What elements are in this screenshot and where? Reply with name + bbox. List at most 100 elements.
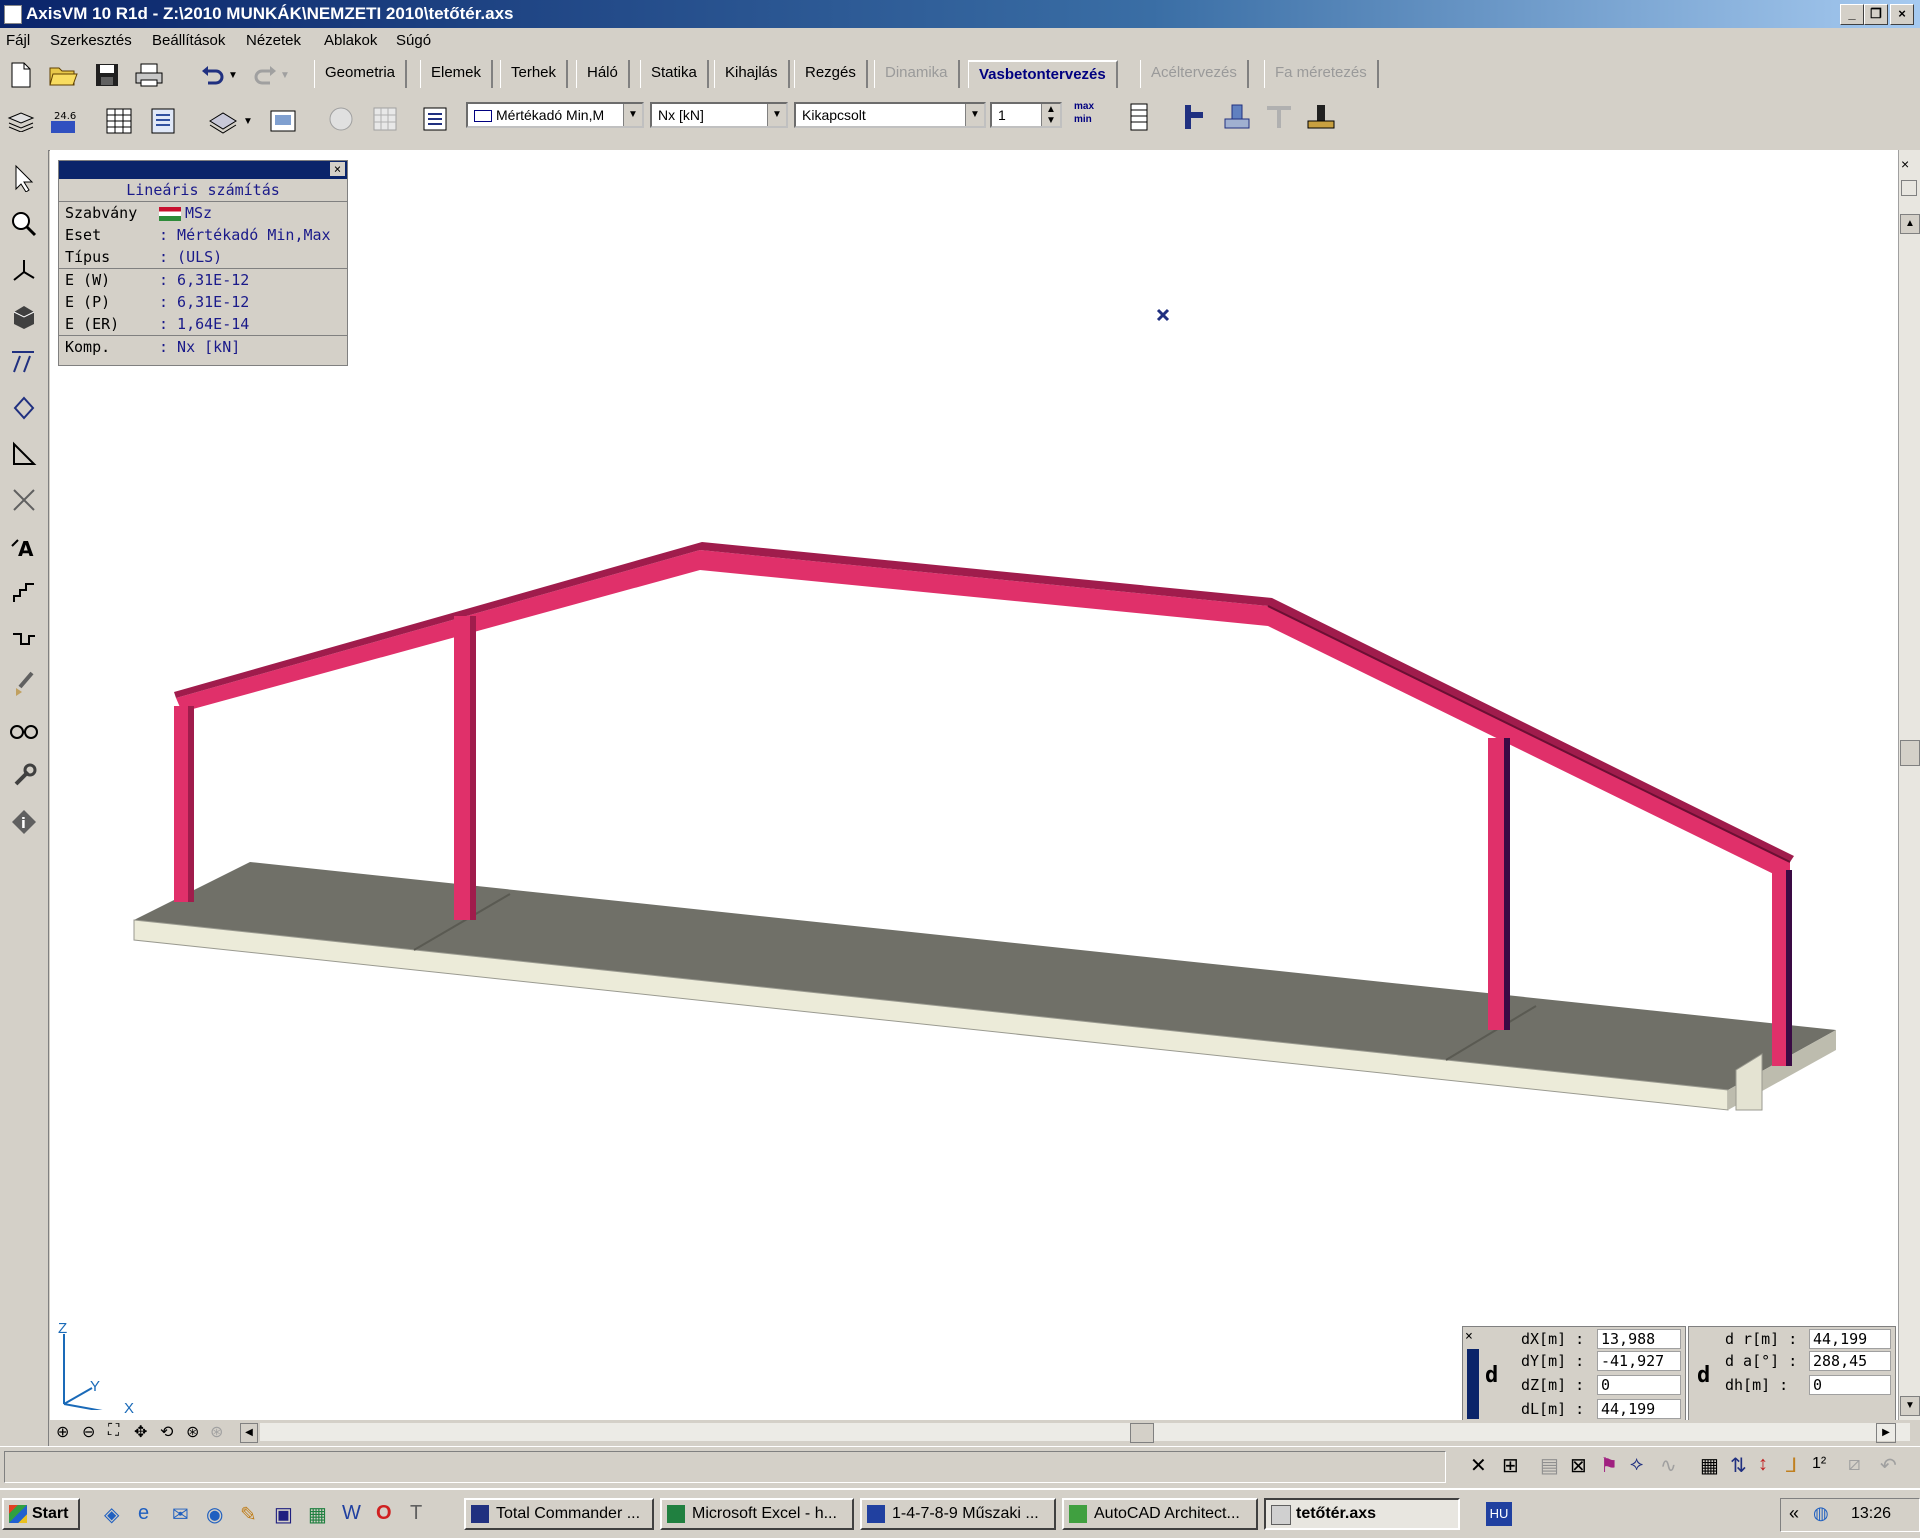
menu-edit[interactable]: Szerkesztés bbox=[50, 32, 132, 49]
open-folder-icon[interactable] bbox=[46, 58, 80, 92]
menu-help[interactable]: Súgó bbox=[396, 32, 431, 49]
section-spinner[interactable]: 1 ▲ ▼ bbox=[990, 102, 1062, 128]
scroll-thumb[interactable] bbox=[1900, 740, 1920, 766]
coordinate-icon[interactable]: ⅃ bbox=[1786, 1453, 1797, 1478]
tab-rezges[interactable]: Rezgés bbox=[794, 60, 868, 88]
tab-terhek[interactable]: Terhek bbox=[500, 60, 569, 88]
zoom-fit-icon[interactable]: ⛶ bbox=[108, 1422, 119, 1440]
glasses-icon[interactable] bbox=[6, 712, 42, 748]
text-label-icon[interactable]: A bbox=[6, 528, 42, 564]
dh-value[interactable]: 0 bbox=[1809, 1375, 1891, 1395]
horizontal-scrollbar[interactable] bbox=[260, 1423, 1910, 1443]
tab-geometria[interactable]: Geometria bbox=[314, 60, 408, 88]
close-icon[interactable]: × bbox=[330, 162, 345, 176]
info-icon[interactable]: i bbox=[6, 804, 42, 840]
polyline-icon[interactable] bbox=[6, 620, 42, 656]
node-icon[interactable]: ⟡ bbox=[1630, 1453, 1643, 1476]
component-select[interactable]: Nx [kN] ▼ bbox=[650, 102, 788, 128]
language-indicator[interactable]: HU bbox=[1486, 1502, 1512, 1526]
drawing-library-dropdown-icon[interactable]: ▼ bbox=[240, 104, 256, 138]
dy-value[interactable]: -41,927 bbox=[1597, 1351, 1681, 1371]
drawing-library-icon[interactable] bbox=[206, 104, 240, 138]
tab-elemek[interactable]: Elemek bbox=[420, 60, 494, 88]
print-icon[interactable] bbox=[132, 58, 166, 92]
dl-value[interactable]: 44,199 bbox=[1597, 1399, 1681, 1419]
zoom-icon[interactable] bbox=[6, 206, 42, 242]
dr-value[interactable]: 44,199 bbox=[1809, 1329, 1891, 1349]
minimize-button[interactable]: _ bbox=[1840, 4, 1864, 25]
tab-vasbetontervezes[interactable]: Vasbetontervezés bbox=[968, 60, 1118, 88]
column-design-icon[interactable] bbox=[1176, 100, 1210, 134]
grid-snap-icon[interactable]: ⊞ bbox=[1502, 1453, 1519, 1478]
coords-panel-cartesian[interactable]: × d dX[m] : 13,988 dY[m] : -41,927 dZ[m]… bbox=[1462, 1326, 1686, 1424]
tab-halo[interactable]: Háló bbox=[576, 60, 630, 88]
folder-icon[interactable]: ✎ bbox=[240, 1502, 257, 1527]
show-desktop-icon[interactable]: ◈ bbox=[104, 1502, 119, 1527]
mail-icon[interactable]: ✉ bbox=[172, 1502, 189, 1527]
task-total-commander[interactable]: Total Commander ... bbox=[464, 1498, 654, 1530]
da-value[interactable]: 288,45 bbox=[1809, 1351, 1891, 1371]
scroll-up-icon[interactable]: ▲ bbox=[1900, 214, 1920, 234]
coords-panel-polar[interactable]: d d r[m] : 44,199 d a[°] : 288,45 dh[m] … bbox=[1688, 1326, 1896, 1424]
chevron-down-icon[interactable]: ▼ bbox=[965, 104, 984, 126]
task-autocad[interactable]: AutoCAD Architect... bbox=[1062, 1498, 1258, 1530]
media-icon[interactable]: ◉ bbox=[206, 1502, 223, 1527]
start-button[interactable]: Start bbox=[2, 1498, 80, 1530]
dz-value[interactable]: 0 bbox=[1597, 1375, 1681, 1395]
close-view-icon[interactable]: × bbox=[1901, 156, 1909, 172]
hscroll-thumb[interactable] bbox=[1130, 1423, 1154, 1443]
save-icon[interactable] bbox=[90, 58, 124, 92]
close-icon[interactable]: × bbox=[1465, 1329, 1473, 1344]
view-axes-icon[interactable] bbox=[6, 252, 42, 288]
coords-panel-handle[interactable] bbox=[1467, 1349, 1479, 1419]
menu-views[interactable]: Nézetek bbox=[246, 32, 301, 49]
undo-dropdown-icon[interactable]: ▼ bbox=[224, 58, 242, 92]
punching-icon[interactable] bbox=[1304, 100, 1338, 134]
case-select[interactable]: Mértékadó Min,M ▼ bbox=[466, 102, 644, 128]
workplanes-icon[interactable] bbox=[6, 344, 42, 380]
close-button[interactable]: × bbox=[1890, 4, 1914, 25]
task-word-document[interactable]: 1-4-7-8-9 Műszaki ... bbox=[860, 1498, 1056, 1530]
info-panel[interactable]: × Lineáris számítás Szabvány MSz Eset: M… bbox=[58, 160, 348, 366]
wrench-icon[interactable] bbox=[6, 758, 42, 794]
report-maker-icon[interactable] bbox=[146, 104, 180, 138]
maximize-view-icon[interactable] bbox=[1901, 180, 1917, 196]
chevron-down-icon[interactable]: ▼ bbox=[767, 104, 786, 126]
tab-statika[interactable]: Statika bbox=[640, 60, 709, 88]
cross-snap-icon[interactable]: ✕ bbox=[1470, 1453, 1487, 1478]
pan-icon[interactable]: ✥ bbox=[134, 1422, 147, 1442]
sort-icon[interactable]: ⇅ bbox=[1730, 1453, 1747, 1478]
brush-icon[interactable] bbox=[6, 666, 42, 702]
scroll-right-icon[interactable]: ▶ bbox=[1876, 1423, 1896, 1443]
footing-design-icon[interactable] bbox=[1220, 100, 1254, 134]
render-mode-icon[interactable] bbox=[6, 298, 42, 334]
scroll-left-icon[interactable]: ◀ bbox=[240, 1423, 258, 1443]
tab-kihajlas[interactable]: Kihajlás bbox=[714, 60, 790, 88]
task-excel[interactable]: Microsoft Excel - h... bbox=[660, 1498, 854, 1530]
geometry-tool-icon[interactable] bbox=[6, 390, 42, 426]
zoom-out-icon[interactable]: ⊖ bbox=[82, 1422, 95, 1442]
values-icon[interactable]: ↕ bbox=[1758, 1453, 1768, 1476]
excel-icon[interactable]: ▦ bbox=[308, 1502, 327, 1527]
export-drawing-icon[interactable] bbox=[266, 104, 300, 138]
symbols-icon[interactable]: ⚑ bbox=[1600, 1453, 1618, 1478]
section-view-icon[interactable]: ⊠ bbox=[1570, 1453, 1587, 1478]
result-list-icon[interactable] bbox=[418, 102, 452, 136]
restore-button[interactable]: ❐ bbox=[1864, 4, 1888, 25]
model-info-icon[interactable]: 24.6 bbox=[46, 104, 80, 138]
axisvm-quick-icon[interactable]: T bbox=[410, 1502, 422, 1525]
new-file-icon[interactable] bbox=[4, 58, 38, 92]
disk-icon[interactable]: ▣ bbox=[274, 1502, 293, 1527]
dx-value[interactable]: 13,988 bbox=[1597, 1329, 1681, 1349]
scroll-down-icon[interactable]: ▼ bbox=[1900, 1396, 1920, 1416]
vertical-scrollbar[interactable]: × ▲ ▼ bbox=[1898, 150, 1920, 1420]
browser-icon[interactable]: e bbox=[138, 1502, 149, 1525]
title-bar[interactable]: AxisVM 10 R1d - Z:\2010 MUNKÁK\NEMZETI 2… bbox=[0, 0, 1920, 28]
stairs-icon[interactable] bbox=[6, 574, 42, 610]
tray-expand-icon[interactable]: « bbox=[1789, 1503, 1799, 1524]
grid-icon[interactable]: ▦ bbox=[1700, 1453, 1719, 1478]
word-icon[interactable]: W bbox=[342, 1502, 361, 1525]
menu-windows[interactable]: Ablakok bbox=[324, 32, 377, 49]
app-icon[interactable] bbox=[4, 5, 22, 24]
clock[interactable]: 13:26 bbox=[1851, 1505, 1891, 1523]
